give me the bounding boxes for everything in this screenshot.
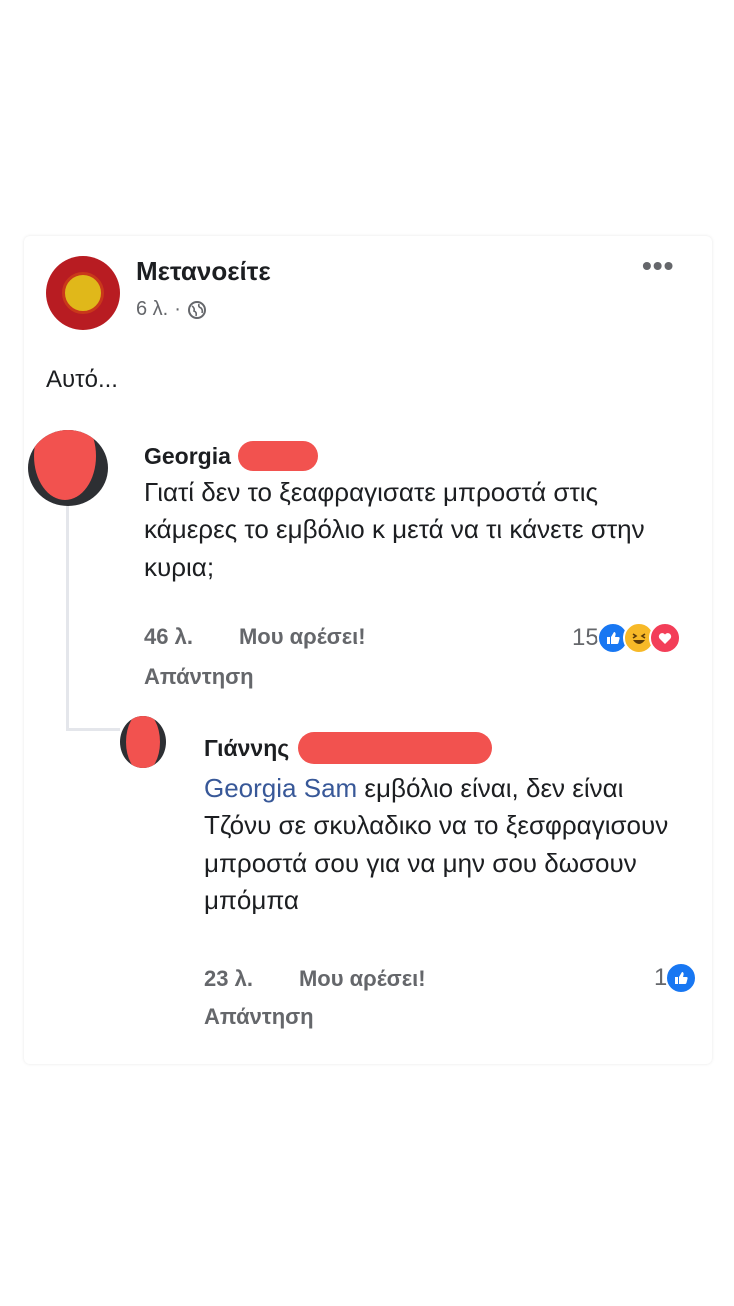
name-redaction	[298, 732, 492, 764]
post-text: Αυτό...	[46, 366, 118, 393]
commenter-avatar[interactable]	[28, 430, 108, 506]
thread-connector	[66, 728, 120, 731]
like-icon	[665, 962, 698, 994]
love-icon	[648, 622, 681, 654]
globe-icon	[187, 300, 206, 319]
comment-time[interactable]: 46 λ.	[144, 624, 193, 650]
more-options-icon[interactable]: •••	[642, 252, 674, 280]
comment-author[interactable]: Γιάννης	[204, 735, 289, 762]
reaction-summary[interactable]: 1	[654, 962, 698, 994]
page-avatar[interactable]	[46, 256, 120, 330]
name-redaction	[238, 441, 318, 471]
avatar-redaction	[126, 716, 160, 768]
comment-actions: 46 λ. Μου αρέσει!	[144, 624, 366, 650]
mention-link[interactable]: Georgia Sam	[204, 773, 357, 803]
reply-button[interactable]: Απάντηση	[144, 664, 254, 690]
comment-time[interactable]: 23 λ.	[204, 966, 253, 992]
avatar-logo-circle	[62, 272, 104, 314]
comment-author[interactable]: Georgia	[144, 443, 231, 470]
like-button[interactable]: Μου αρέσει!	[239, 624, 366, 650]
comment-actions: 23 λ. Μου αρέσει!	[204, 966, 426, 992]
page-name[interactable]: Μετανοείτε	[136, 256, 271, 287]
comment-text: Georgia Sam εμβόλιο είναι, δεν είναι Τζό…	[204, 770, 684, 920]
thread-connector	[66, 504, 69, 730]
avatar-redaction	[34, 430, 96, 500]
commenter-avatar[interactable]	[120, 716, 166, 768]
reply-button[interactable]: Απάντηση	[204, 1004, 314, 1030]
reaction-count: 15	[572, 624, 599, 651]
reaction-summary[interactable]: 15	[572, 622, 681, 654]
post-time[interactable]: 6 λ.	[136, 298, 168, 321]
meta-separator: ·	[174, 298, 181, 320]
post-meta: 6 λ. ·	[136, 298, 207, 321]
comment-text: Γιατί δεν το ξεαφραγισατε μπροστά στις κ…	[144, 477, 645, 582]
like-button[interactable]: Μου αρέσει!	[299, 966, 426, 992]
